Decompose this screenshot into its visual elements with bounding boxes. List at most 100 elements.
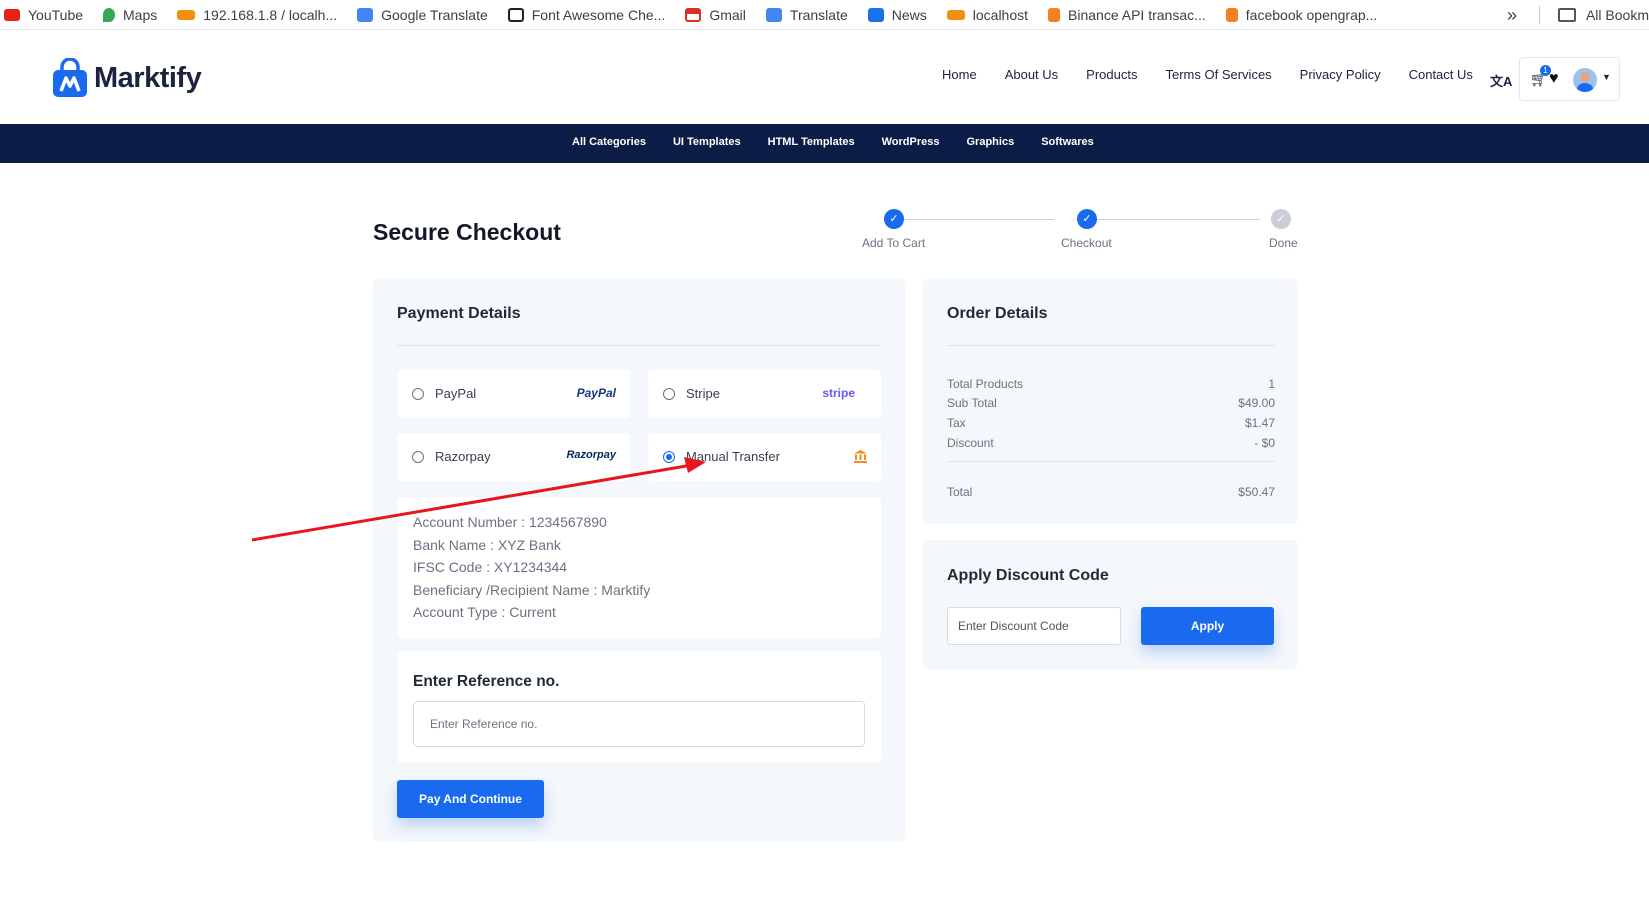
bookmark-label: Binance API transac... [1068,6,1206,23]
paypal-radio[interactable] [412,388,424,400]
row-value: $49.00 [1238,396,1275,410]
pay-and-continue-button[interactable]: Pay And Continue [397,780,544,818]
more-bookmarks-button[interactable]: » [1507,5,1517,26]
phpmyadmin-icon [946,9,965,20]
row-label: Sub Total [947,396,997,410]
reference-box: Enter Reference no. [397,651,881,763]
payment-option-razorpay[interactable]: Razorpay Razorpay [397,433,630,481]
account-type: Account Type : Current [413,604,556,620]
bookmark-maps[interactable]: Maps [103,5,157,25]
stackoverflow-icon [1225,7,1238,22]
folder-icon [1557,8,1576,22]
payment-details-title: Payment Details [397,305,521,322]
chevron-down-icon[interactable]: ▼ [1602,72,1611,82]
category-wordpress[interactable]: WordPress [882,136,940,148]
row-value: 1 [1268,377,1275,391]
step-label-checkout: Checkout [1061,236,1112,250]
stripe-radio[interactable] [663,388,675,400]
nav-contact[interactable]: Contact Us [1409,67,1473,82]
bookmark-facebook[interactable]: facebook opengrap... [1225,5,1377,25]
bookmark-localhost[interactable]: localhost [946,5,1029,25]
row-label: Discount [947,436,994,450]
bookmarks-overflow: » All Bookm [1498,0,1649,29]
bookmark-label: Font Awesome Che... [531,6,666,23]
order-row-sub-total: Sub Total $49.00 [947,396,1275,410]
reference-title: Enter Reference no. [413,673,560,690]
total-value: $50.47 [1238,485,1275,499]
maps-icon [103,7,116,22]
main-nav: Home About Us Products Terms Of Services… [942,67,1501,82]
news-icon [867,7,884,22]
order-details-title: Order Details [947,305,1048,322]
phpmyadmin-icon [177,9,196,20]
all-bookmarks-button[interactable]: All Bookm [1586,7,1649,23]
row-label: Tax [947,416,966,430]
category-softwares[interactable]: Softwares [1041,136,1094,148]
checkout-steps: ✓ ✓ ✓ Add To Cart Checkout Done [860,209,1300,250]
youtube-icon [4,8,20,21]
bookmark-google-translate[interactable]: Google Translate [357,5,488,25]
payment-option-label: Manual Transfer [686,449,780,464]
bookmark-youtube[interactable]: YouTube [4,5,83,25]
row-value: - $0 [1254,436,1275,450]
avatar[interactable] [1573,68,1597,92]
check-icon: ✓ [884,209,904,229]
gmail-icon [685,7,702,22]
manual-transfer-radio[interactable] [663,451,675,463]
step-connector [1086,219,1260,220]
flag-icon [507,7,524,22]
bookmark-translate[interactable]: Translate [765,5,848,25]
divider [397,345,881,346]
bookmark-font-awesome[interactable]: Font Awesome Che... [507,5,666,25]
order-row-discount: Discount - $0 [947,436,1275,450]
checkout-page: YouTube Maps 192.168.1.8 / localh... Goo… [0,0,1649,902]
paypal-logo: PayPal [576,386,616,400]
bank-icon [854,450,867,463]
account-number: Account Number : 1234567890 [413,514,607,530]
ifsc-code: IFSC Code : XY1234344 [413,559,568,575]
bookmark-label: localhost [972,6,1029,23]
nav-products[interactable]: Products [1086,67,1137,82]
payment-option-manual-transfer[interactable]: Manual Transfer [648,433,881,481]
page-title: Secure Checkout [373,219,561,245]
category-list: All Categories UI Templates HTML Templat… [572,136,1121,148]
bookmarks-separator [1538,6,1540,24]
bookmarks-bar: YouTube Maps 192.168.1.8 / localh... Goo… [0,0,1649,30]
nav-privacy[interactable]: Privacy Policy [1300,67,1381,82]
reference-input[interactable] [413,701,865,747]
bookmark-binance[interactable]: Binance API transac... [1048,5,1206,25]
payment-option-paypal[interactable]: PayPal PayPal [397,370,630,418]
category-ui-templates[interactable]: UI Templates [673,136,741,148]
payment-option-label: Stripe [686,386,720,401]
nav-terms[interactable]: Terms Of Services [1165,67,1271,82]
site-header: Marktify Home About Us Products Terms Of… [0,31,1649,124]
bank-details-box: Account Number : 1234567890 Bank Name : … [397,497,881,638]
category-html-templates[interactable]: HTML Templates [768,136,855,148]
site-logo[interactable]: Marktify [52,58,202,98]
bookmark-gmail[interactable]: Gmail [685,5,746,25]
step-label-add-to-cart: Add To Cart [862,236,926,250]
bookmark-phpmyadmin[interactable]: 192.168.1.8 / localh... [177,5,337,25]
category-all[interactable]: All Categories [572,136,646,148]
heart-icon[interactable]: ♥ [1549,70,1559,88]
discount-card: Apply Discount Code Apply [923,540,1298,669]
bookmark-news[interactable]: News [867,5,927,25]
razorpay-radio[interactable] [412,451,424,463]
bookmark-label: 192.168.1.8 / localh... [203,6,338,23]
apply-button[interactable]: Apply [1141,607,1274,645]
discount-code-input[interactable] [947,607,1121,645]
category-graphics[interactable]: Graphics [967,136,1015,148]
row-value: $1.47 [1244,416,1275,430]
payment-option-label: Razorpay [435,449,491,464]
payment-option-stripe[interactable]: Stripe stripe [648,370,881,418]
nav-about-us[interactable]: About Us [1005,67,1058,82]
order-row-total-products: Total Products 1 [947,377,1275,391]
payment-details-card: Payment Details PayPal PayPal Stripe str… [373,278,905,842]
nav-home[interactable]: Home [942,67,977,82]
divider [947,345,1275,346]
discount-title: Apply Discount Code [947,567,1109,584]
language-icon[interactable]: 文A [1490,71,1512,90]
step-connector [894,219,1054,220]
check-icon: ✓ [1077,209,1097,229]
bookmark-label: Translate [789,6,848,23]
